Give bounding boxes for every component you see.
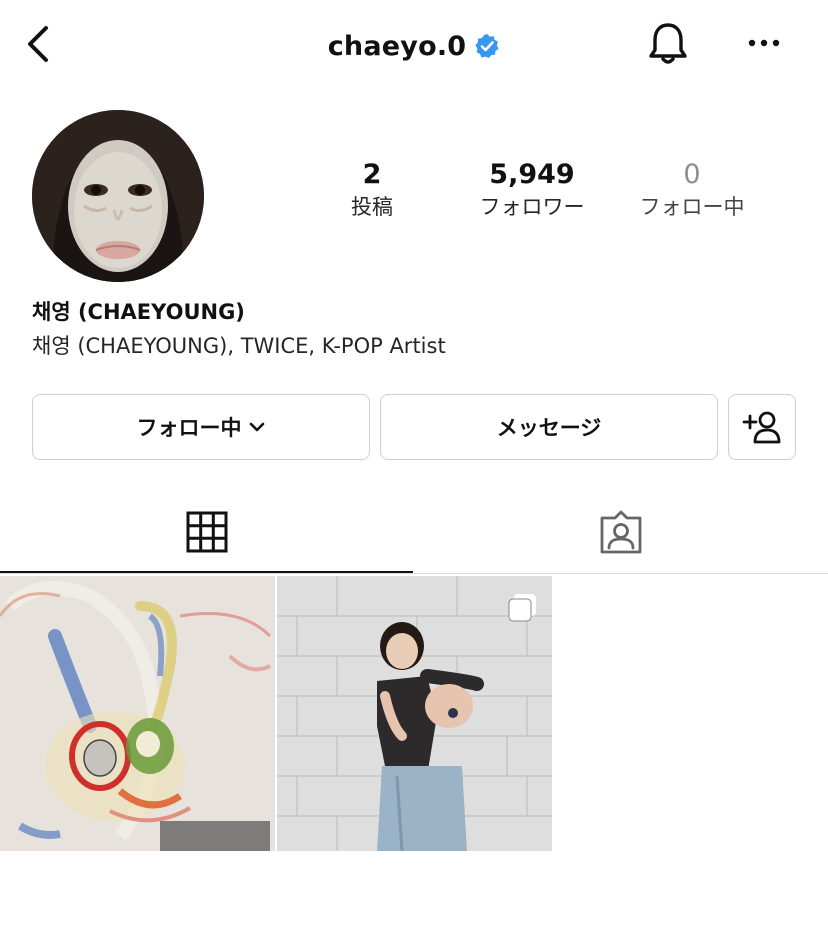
following-button[interactable]: フォロー中: [32, 394, 370, 460]
bell-icon: [649, 23, 687, 64]
username: chaeyo.0: [327, 30, 467, 62]
grid-icon: [186, 511, 227, 553]
display-name: 채영 (CHAEYOUNG): [32, 300, 245, 324]
profile-avatar[interactable]: [32, 110, 204, 282]
stat-posts-count: 2: [362, 159, 382, 190]
notification-button[interactable]: [644, 20, 692, 68]
more-options-button[interactable]: [744, 24, 784, 64]
stat-following-count: 0: [683, 159, 701, 190]
add-user-button[interactable]: [728, 394, 796, 460]
message-button-label: メッセージ: [496, 416, 602, 440]
tab-tagged[interactable]: [413, 490, 828, 574]
tagged-person-icon: [600, 510, 641, 554]
stat-followers[interactable]: 5,949 フォロワー: [457, 158, 607, 222]
more-horizontal-icon: [748, 39, 780, 47]
tab-grid[interactable]: [0, 490, 413, 574]
avatar-image: [32, 110, 204, 282]
post-thumbnail-drawing[interactable]: [0, 576, 275, 851]
drawing-post: [0, 576, 275, 851]
person-add-icon: [742, 411, 781, 444]
stat-following[interactable]: 0 フォロー中: [617, 158, 767, 222]
stat-followers-count: 5,949: [489, 159, 575, 190]
bio-text: 채영 (CHAEYOUNG), TWICE, K-POP Artist: [32, 334, 446, 358]
stat-posts-label: 投稿: [351, 195, 393, 219]
message-button[interactable]: メッセージ: [380, 394, 718, 460]
header-title: chaeyo.0: [0, 26, 828, 66]
chevron-down-icon: [249, 422, 264, 432]
verified-badge-icon: [475, 34, 499, 58]
multiple-images-icon: [508, 594, 536, 622]
post-thumbnail-photo[interactable]: [277, 576, 552, 851]
stat-posts[interactable]: 2 投稿: [297, 158, 447, 222]
tab-divider: [0, 573, 828, 574]
following-button-label: フォロー中: [136, 416, 242, 440]
stat-following-label: フォロー中: [639, 195, 745, 219]
stat-followers-label: フォロワー: [479, 195, 585, 219]
